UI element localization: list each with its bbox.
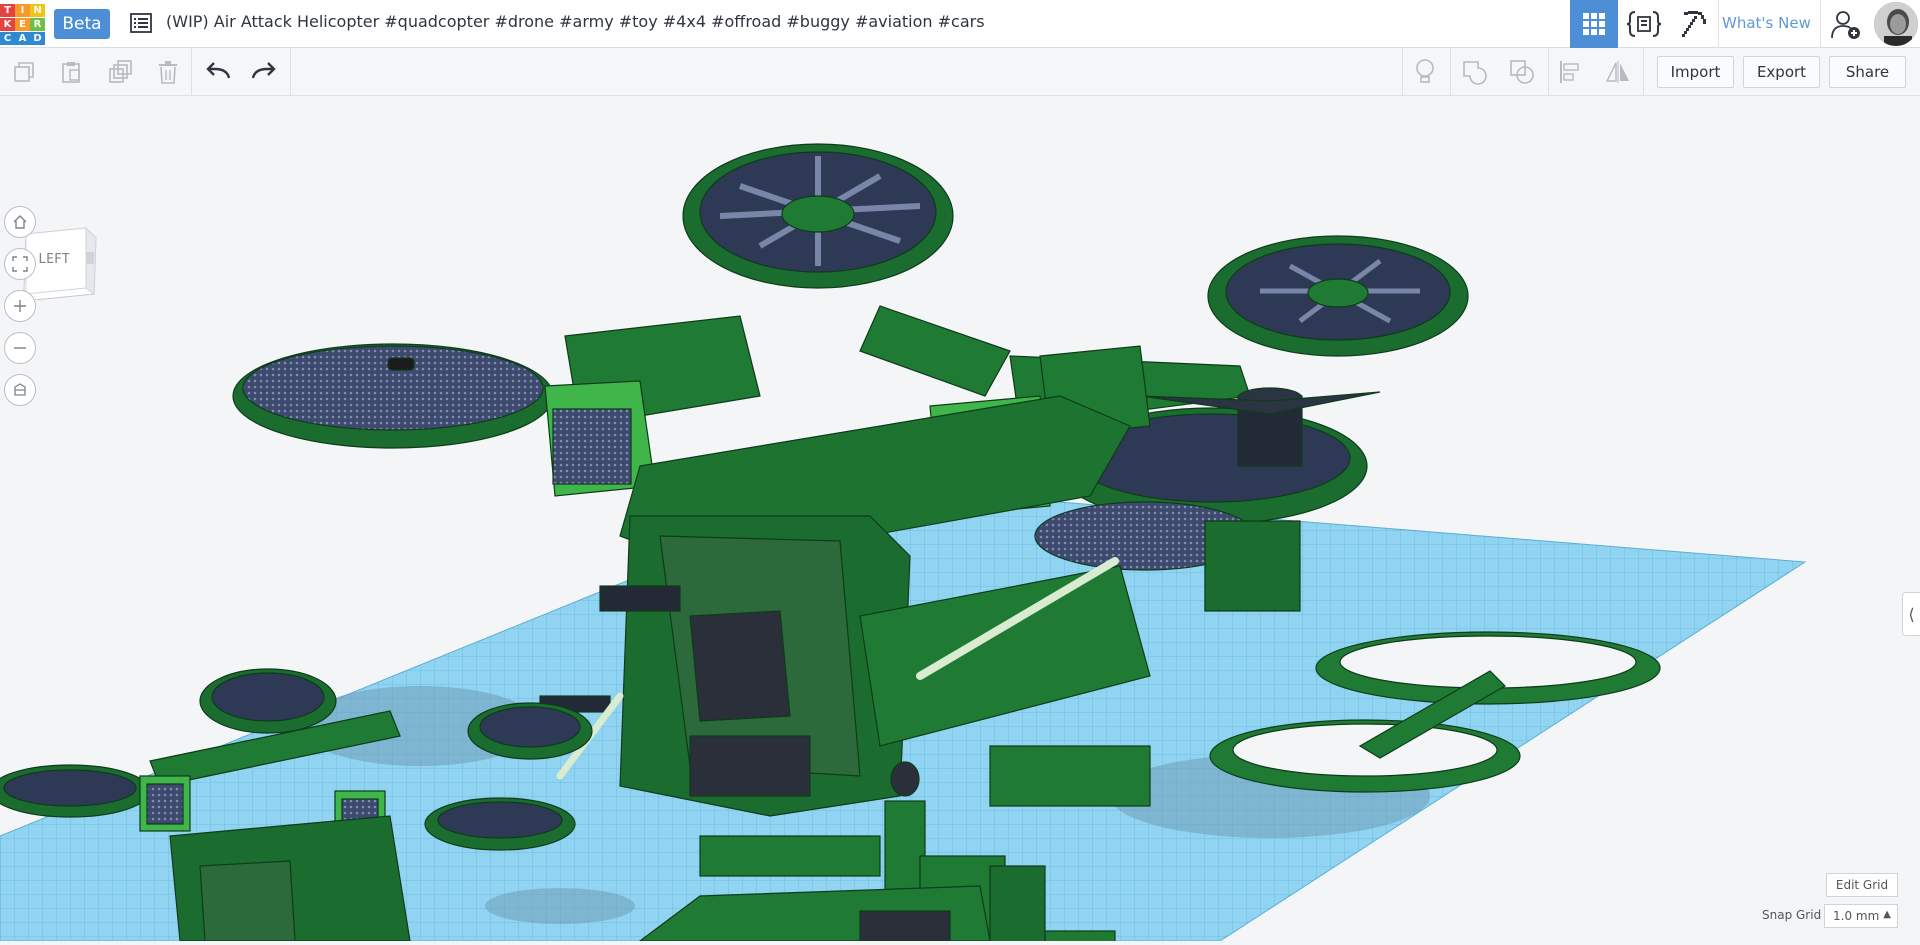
fit-icon [12,256,28,272]
codeblocks-button[interactable] [1620,0,1668,48]
minecraft-view-button[interactable] [1670,0,1718,48]
workplane-viewport[interactable]: LEFT ⟨ [0,96,1920,945]
3d-view-button[interactable] [1570,0,1618,48]
fit-view-button[interactable] [4,248,36,280]
share-button[interactable]: Share [1829,56,1906,88]
minus-icon [14,347,26,349]
divider [1820,0,1821,48]
divider [1643,48,1644,96]
redo-icon[interactable] [250,58,278,86]
add-collaborator-icon[interactable] [1830,10,1862,40]
paste-icon[interactable] [57,58,85,86]
copy-icon[interactable] [10,58,38,86]
logo-letter: D [30,32,45,45]
plus-icon [14,300,26,312]
tinkercad-logo[interactable]: TIN KER CAD [0,4,45,45]
logo-letter: R [30,18,45,31]
undo-icon[interactable] [204,58,232,86]
align-icon[interactable] [1556,58,1584,86]
projection-toggle-button[interactable] [4,374,36,406]
import-button[interactable]: Import [1657,56,1734,88]
delete-icon[interactable] [154,58,182,86]
mirror-icon[interactable] [1604,58,1632,86]
3d-scene[interactable] [0,96,1920,945]
avatar[interactable] [1874,2,1918,46]
design-menu-icon[interactable] [130,12,152,34]
logo-letter: N [30,4,45,17]
divider [1402,48,1403,96]
beta-badge[interactable]: Beta [54,9,110,39]
logo-letter: C [0,32,15,45]
pickaxe-icon [1682,11,1706,37]
ortho-cube-icon [14,383,26,396]
logo-letter: E [15,18,30,31]
divider [290,48,291,96]
logo-letter: I [15,4,30,17]
home-view-button[interactable] [4,206,36,238]
divider [1548,48,1549,96]
code-blocks-icon [1627,11,1661,37]
top-bar: TIN KER CAD Beta (WIP) Air Attack Helicopt… [0,0,1920,48]
logo-letter: T [0,4,15,17]
duplicate-icon[interactable] [106,58,134,86]
snap-grid-label: Snap Grid [1762,908,1822,922]
chevron-left-icon: ⟨ [1908,604,1915,624]
zoom-out-button[interactable] [4,332,36,364]
design-title[interactable]: (WIP) Air Attack Helicopter #quadcopter … [166,12,985,31]
group-icon[interactable] [1460,58,1488,86]
logo-letter: A [15,32,30,45]
edit-grid-button[interactable]: Edit Grid [1826,873,1898,897]
export-button[interactable]: Export [1743,56,1820,88]
divider [191,48,192,96]
lightbulb-icon[interactable] [1411,58,1439,86]
zoom-in-button[interactable] [4,290,36,322]
grid-icon [1583,13,1605,35]
shapes-panel-toggle[interactable]: ⟨ [1902,592,1920,636]
edit-toolbar: Import Export Share [0,48,1920,96]
snap-grid-value: 1.0 mm [1833,909,1880,923]
whats-new-link[interactable]: What's New [1722,14,1811,32]
divider [1450,48,1451,96]
logo-letter: K [0,18,15,31]
ungroup-icon[interactable] [1508,58,1536,86]
caret-up-icon: ▲ [1883,909,1891,920]
snap-grid-select[interactable]: 1.0 mm ▲ [1824,904,1898,928]
home-icon [13,215,27,229]
divider [1718,0,1719,48]
